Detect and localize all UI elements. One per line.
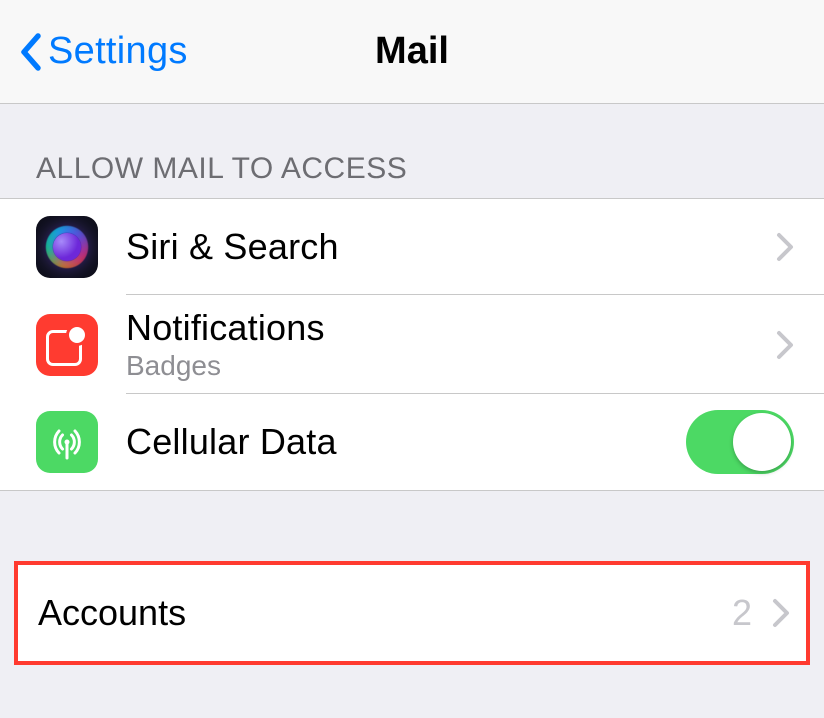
chevron-left-icon bbox=[18, 32, 42, 72]
cellular-icon bbox=[36, 411, 98, 473]
row-sublabel: Badges bbox=[126, 350, 760, 382]
row-accounts[interactable]: Accounts 2 bbox=[18, 565, 806, 661]
chevron-right-icon bbox=[776, 232, 794, 262]
back-label: Settings bbox=[48, 30, 188, 73]
row-label: Notifications bbox=[126, 307, 760, 349]
back-button[interactable]: Settings bbox=[18, 30, 188, 73]
toggle-knob bbox=[733, 413, 791, 471]
page-title: Mail bbox=[375, 30, 449, 73]
chevron-right-icon bbox=[772, 598, 790, 628]
row-cellular-data: Cellular Data bbox=[0, 394, 824, 490]
row-label: Accounts bbox=[38, 592, 732, 634]
row-siri-search[interactable]: Siri & Search bbox=[0, 199, 824, 295]
row-label: Cellular Data bbox=[126, 421, 686, 463]
navbar: Settings Mail bbox=[0, 0, 824, 104]
siri-icon bbox=[36, 216, 98, 278]
chevron-right-icon bbox=[776, 330, 794, 360]
accounts-count: 2 bbox=[732, 592, 752, 634]
row-notifications[interactable]: Notifications Badges bbox=[0, 295, 824, 394]
notifications-icon bbox=[36, 314, 98, 376]
spacer bbox=[0, 491, 824, 561]
cellular-data-toggle[interactable] bbox=[686, 410, 794, 474]
settings-group-access: Siri & Search Notifications Badges bbox=[0, 198, 824, 491]
settings-group-accounts-highlighted: Accounts 2 bbox=[14, 561, 810, 665]
section-header-access: Allow Mail to Access bbox=[0, 104, 824, 198]
row-label: Siri & Search bbox=[126, 226, 760, 268]
